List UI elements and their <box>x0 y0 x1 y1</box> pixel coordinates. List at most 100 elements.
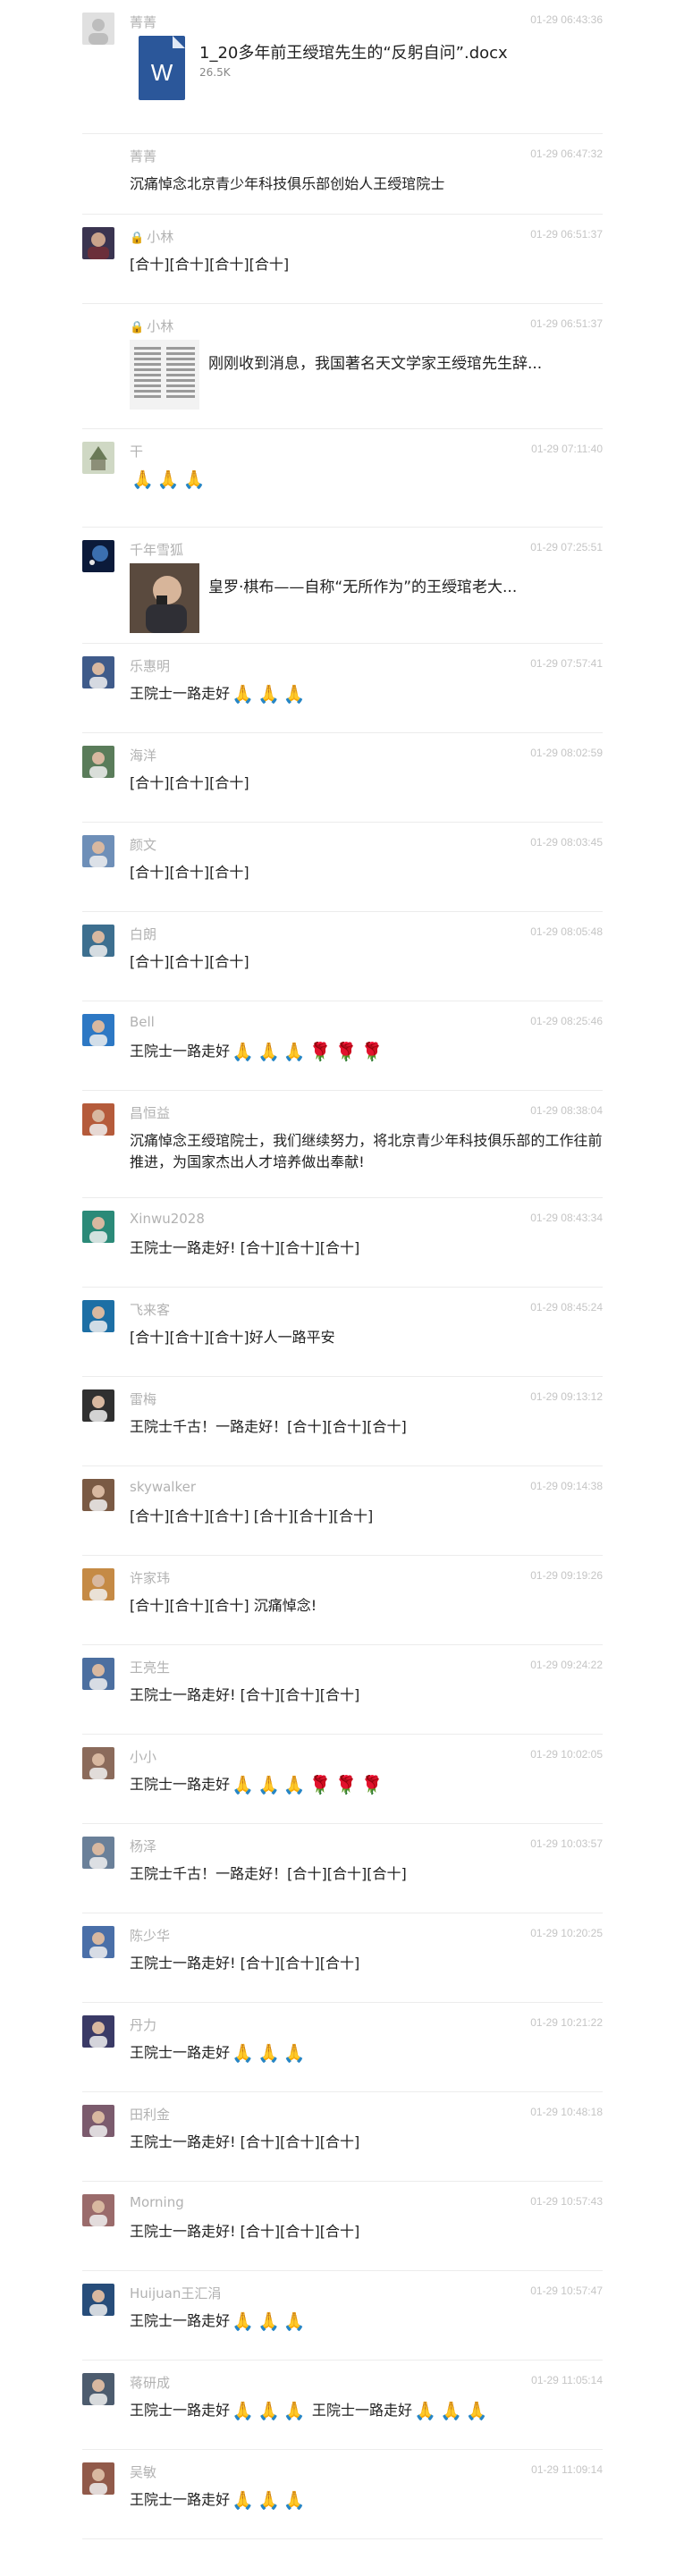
timestamp: 01-29 10:02:05 <box>530 1748 603 1761</box>
avatar[interactable] <box>82 1747 114 1779</box>
avatar[interactable] <box>82 1103 114 1136</box>
avatar[interactable] <box>82 1837 114 1869</box>
message-text: 王院士一路走好 🙏 🙏 🙏 <box>130 683 306 705</box>
rose-emoji: 🌹 <box>334 1041 358 1062</box>
pray-emoji: 🙏 <box>258 1041 280 1062</box>
message-emoji: 🙏 🙏 🙏 <box>130 469 603 490</box>
avatar[interactable] <box>82 1568 114 1600</box>
word-icon: W <box>139 36 185 100</box>
timestamp: 01-29 08:25:46 <box>530 1015 603 1027</box>
link-title: 刚刚收到消息，我国著名天文学家王绶琯先生辞... <box>208 355 543 373</box>
message-text: 王院士一路走好 🙏 🙏 🙏 王院士一路走好 🙏 🙏 🙏 <box>130 2400 488 2421</box>
pray-emoji: 🙏 <box>232 2400 255 2421</box>
timestamp: 01-29 06:47:32 <box>530 148 603 160</box>
pray-emoji: 🙏 <box>258 2489 280 2511</box>
message-text: 沉痛悼念北京青少年科技俱乐部创始人王绶琯院士 <box>130 175 445 192</box>
sender-name: 干 <box>130 443 144 460</box>
pray-emoji: 🙏 <box>465 2400 488 2421</box>
avatar[interactable] <box>82 540 114 572</box>
avatar[interactable] <box>82 1211 114 1243</box>
timestamp: 01-29 07:25:51 <box>530 541 603 553</box>
avatar[interactable] <box>82 2105 114 2137</box>
sender-name: 小小 <box>130 1749 157 1765</box>
message-text: 王院士一路走好! [合十][合十][合十] <box>130 2133 360 2150</box>
timestamp: 01-29 09:14:38 <box>530 1480 603 1492</box>
pray-emoji: 🙏 <box>258 1774 280 1795</box>
rose-emoji: 🌹 <box>308 1041 332 1062</box>
avatar[interactable] <box>82 2284 114 2316</box>
timestamp: 01-29 08:05:48 <box>530 925 603 938</box>
lock-icon: 🔒 <box>130 321 145 334</box>
pray-emoji: 🙏 <box>258 2042 280 2064</box>
avatar[interactable] <box>82 2194 114 2226</box>
pray-emoji: 🙏 <box>283 1041 306 1062</box>
pray-emoji: 🙏 <box>283 2310 306 2332</box>
pray-emoji: 🙏 <box>283 2042 306 2064</box>
link-card[interactable]: 刚刚收到消息，我国著名天文学家王绶琯先生辞... <box>130 340 603 411</box>
pray-emoji: 🙏 <box>232 683 255 705</box>
timestamp: 01-29 09:19:26 <box>530 1569 603 1582</box>
message-text: 王院士一路走好! [合十][合十][合十] <box>130 2223 360 2240</box>
chat-message: Huijuan王汇涓 01-29 10:57:47 王院士一路走好 🙏 🙏 🙏 <box>82 2271 603 2361</box>
avatar[interactable] <box>82 2015 114 2048</box>
pray-emoji: 🙏 <box>156 469 180 490</box>
avatar[interactable] <box>82 13 114 45</box>
avatar[interactable] <box>82 1479 114 1511</box>
timestamp: 01-29 11:09:14 <box>531 2463 603 2476</box>
pray-emoji: 🙏 <box>232 2310 255 2332</box>
sender-name-text: 小林 <box>147 229 174 245</box>
timestamp: 01-29 06:51:37 <box>530 317 603 330</box>
timestamp: 01-29 10:21:22 <box>530 2016 603 2029</box>
message-text: 王院士一路走好 🙏 🙏 🙏 🌹 🌹 🌹 <box>130 1774 384 1795</box>
chat-message: 蒋研成 01-29 11:05:14 王院士一路走好 🙏 🙏 🙏 王院士一路走好 🙏 🙏 🙏 <box>82 2361 603 2450</box>
sender-name: Bell <box>130 1014 155 1030</box>
sender-name: 雷梅 <box>130 1391 157 1407</box>
sender-name: 千年雪狐 <box>130 542 184 558</box>
timestamp: 01-29 06:51:37 <box>530 228 603 241</box>
avatar[interactable] <box>82 442 114 474</box>
chat-message: Xinwu2028 01-29 08:43:34 王院士一路走好! [合十][合十]… <box>82 1198 603 1288</box>
sender-name: 🔒 小林 <box>130 317 173 335</box>
timestamp: 01-29 10:57:47 <box>530 2285 603 2297</box>
message-text: 王院士一路走好 🙏 🙏 🙏 <box>130 2489 306 2511</box>
timestamp: 01-29 10:57:43 <box>530 2195 603 2208</box>
sender-name: 蒋研成 <box>130 2375 171 2391</box>
message-text: 沉痛悼念王绶琯院士，我们继续努力，将北京青少年科技俱乐部的工作往前推进，为国家杰… <box>130 1132 603 1170</box>
timestamp: 01-29 08:45:24 <box>530 1301 603 1313</box>
message-text: 王院士一路走好 🙏 🙏 🙏 <box>130 2042 306 2064</box>
chat-message: 海洋 01-29 08:02:59 [合十][合十][合十] <box>82 733 603 823</box>
pray-emoji: 🙏 <box>258 683 280 705</box>
avatar[interactable] <box>82 1300 114 1332</box>
sender-name: skywalker <box>130 1479 197 1495</box>
avatar[interactable] <box>82 2462 114 2495</box>
chat-message: skywalker 01-29 09:14:38 [合十][合十][合十] [合十]… <box>82 1466 603 1556</box>
rose-emoji: 🌹 <box>360 1041 384 1062</box>
message-text: [合十][合十][合十] <box>130 953 249 970</box>
pray-emoji: 🙏 <box>232 2489 255 2511</box>
sender-name: 昌恒益 <box>130 1105 171 1121</box>
avatar[interactable] <box>82 656 114 688</box>
avatar[interactable] <box>82 1389 114 1422</box>
avatar[interactable] <box>82 1926 114 1958</box>
link-card[interactable]: 皇罗·棋布——自称“无所作为”的王绶琯老大... <box>130 563 603 635</box>
sender-name: 杨泽 <box>130 1838 157 1854</box>
timestamp: 01-29 10:20:25 <box>530 1927 603 1939</box>
chat-message: 菁菁 01-29 06:47:32 沉痛悼念北京青少年科技俱乐部创始人王绶琯院士 <box>82 134 603 215</box>
timestamp: 01-29 07:57:41 <box>530 657 603 670</box>
pray-emoji: 🙏 <box>182 469 206 490</box>
sender-name: 菁菁 <box>130 148 157 165</box>
avatar[interactable] <box>82 2373 114 2405</box>
timestamp: 01-29 10:48:18 <box>530 2106 603 2118</box>
timestamp: 01-29 08:38:04 <box>530 1104 603 1117</box>
avatar[interactable] <box>82 1658 114 1690</box>
sender-name-text: 小林 <box>147 318 174 334</box>
message-text: [合十][合十][合十]好人一路平安 <box>130 1329 335 1346</box>
avatar[interactable] <box>82 746 114 778</box>
avatar[interactable] <box>82 227 114 259</box>
avatar[interactable] <box>82 925 114 957</box>
avatar[interactable] <box>82 835 114 867</box>
sender-name: 🔒 小林 <box>130 227 173 246</box>
avatar[interactable] <box>82 1014 114 1046</box>
message-text: [合十][合十][合十][合十] <box>130 256 290 273</box>
pray-emoji: 🙏 <box>232 1774 255 1795</box>
